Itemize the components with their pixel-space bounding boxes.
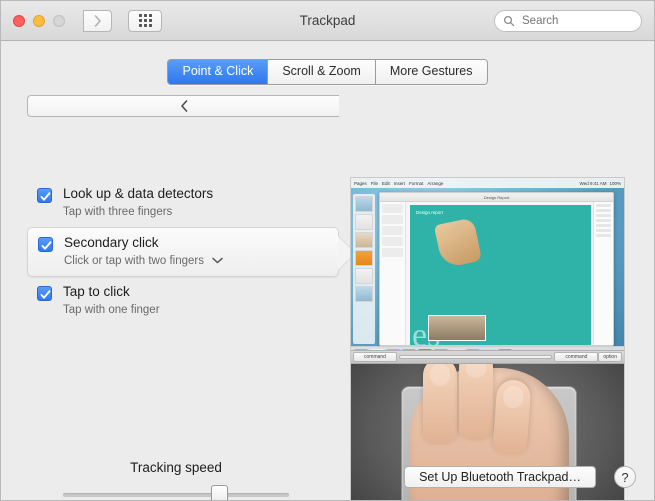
mini-menubar-battery: 100% <box>609 180 621 186</box>
key-space <box>398 355 553 359</box>
mini-menubar-item: File <box>370 180 379 186</box>
mini-menubar-item: Pages <box>354 180 367 186</box>
thumbnail-item <box>355 214 373 230</box>
thumbnail-item <box>355 232 373 248</box>
mini-document-window: Design Report Design report es <box>379 192 614 346</box>
finger <box>423 364 457 444</box>
back-button[interactable] <box>27 95 339 117</box>
search-field[interactable] <box>494 10 642 32</box>
option-title: Tap to click <box>63 284 130 299</box>
option-subtitle[interactable]: Click or tap with two fingers <box>64 253 223 269</box>
key-option: option <box>598 352 622 362</box>
chevron-left-icon <box>180 100 187 112</box>
mini-sheet-headline: Design report <box>416 210 444 215</box>
forward-button[interactable] <box>83 9 112 32</box>
show-all-icon <box>138 14 152 27</box>
mini-thumbnail-strip <box>353 194 375 344</box>
chevron-right-icon <box>94 14 101 27</box>
key-command-left: command <box>353 352 397 362</box>
tab-scroll-and-zoom[interactable]: Scroll & Zoom <box>268 60 376 84</box>
option-list: Look up & data detectors Tap with three … <box>27 179 355 325</box>
tab-point-and-click[interactable]: Point & Click <box>168 60 269 84</box>
checkbox-look-up[interactable] <box>37 188 52 203</box>
option-subtitle-text: Tap with three fingers <box>63 206 173 218</box>
thumbnail-item <box>355 268 373 284</box>
navigation-buttons <box>27 9 339 117</box>
trackpad-gesture-video[interactable]: Pages File Edit Insert Format Arrange We… <box>350 177 625 500</box>
mini-menubar: Pages File Edit Insert Format Arrange We… <box>351 178 624 188</box>
mini-inspector-panel <box>593 202 613 345</box>
option-subtitle: Tap with one finger <box>63 302 160 318</box>
mini-menubar-item: Edit <box>382 180 390 186</box>
option-subtitle-text: Click or tap with two fingers <box>64 255 204 267</box>
checkbox-tap-to-click[interactable] <box>37 286 52 301</box>
option-row-tap-to-click[interactable]: Tap to click Tap with one finger <box>27 277 339 325</box>
option-subtitle-text: Tap with one finger <box>63 304 160 316</box>
finger <box>492 378 532 456</box>
window-titlebar: Trackpad <box>1 1 654 117</box>
mini-keyboard-row: command command option <box>351 350 624 364</box>
mini-window-titlebar: Design Report <box>380 193 613 202</box>
show-all-button[interactable] <box>128 9 162 32</box>
search-input[interactable] <box>520 14 633 28</box>
chevron-down-icon[interactable] <box>212 253 223 269</box>
option-row-secondary-click[interactable]: Secondary click Click or tap with two fi… <box>27 227 355 277</box>
mini-sheet-illustration <box>433 217 483 269</box>
mini-page-canvas: Design report es <box>406 202 613 345</box>
thumbnail-item <box>355 286 373 302</box>
thumbnail-item <box>355 196 373 212</box>
tab-more-gestures[interactable]: More Gestures <box>375 60 487 84</box>
option-subtitle: Tap with three fingers <box>63 204 213 220</box>
mini-document-sheet: Design report es <box>410 205 591 345</box>
search-icon <box>503 15 515 27</box>
thumbnail-item <box>355 250 373 266</box>
key-command-right: command <box>554 352 599 362</box>
finger <box>459 364 493 440</box>
checkmark-icon <box>41 241 52 250</box>
help-button[interactable]: ? <box>614 466 636 488</box>
option-row-look-up[interactable]: Look up & data detectors Tap with three … <box>27 179 339 227</box>
mini-menubar-item: Arrange <box>427 180 444 186</box>
maximize-button[interactable] <box>53 14 65 27</box>
video-desktop-scene: Pages File Edit Insert Format Arrange We… <box>351 178 624 364</box>
mini-window-title: Design Report <box>483 195 510 200</box>
option-title: Secondary click <box>64 235 159 250</box>
close-button[interactable] <box>13 14 25 27</box>
bottom-bar: Set Up Bluetooth Trackpad… ? <box>1 458 654 500</box>
mini-sidebar <box>380 202 406 345</box>
mini-menubar-item: Insert <box>393 180 406 186</box>
option-title: Look up & data detectors <box>63 186 214 201</box>
checkmark-icon <box>40 192 51 201</box>
set-up-bluetooth-trackpad-button[interactable]: Set Up Bluetooth Trackpad… <box>404 466 596 488</box>
window-controls <box>13 14 65 27</box>
mini-menubar-item: Format <box>409 180 424 186</box>
mini-sheet-photo <box>428 315 486 341</box>
checkmark-icon <box>40 290 51 299</box>
system-preferences-window: Trackpad Point & Click Scroll & Zoom Mor… <box>0 0 655 501</box>
mini-menubar-clock: Wed 9:41 AM <box>579 180 607 186</box>
minimize-button[interactable] <box>33 14 45 27</box>
checkbox-secondary-click[interactable] <box>38 237 53 252</box>
tab-bar: Point & Click Scroll & Zoom More Gesture… <box>1 59 654 85</box>
